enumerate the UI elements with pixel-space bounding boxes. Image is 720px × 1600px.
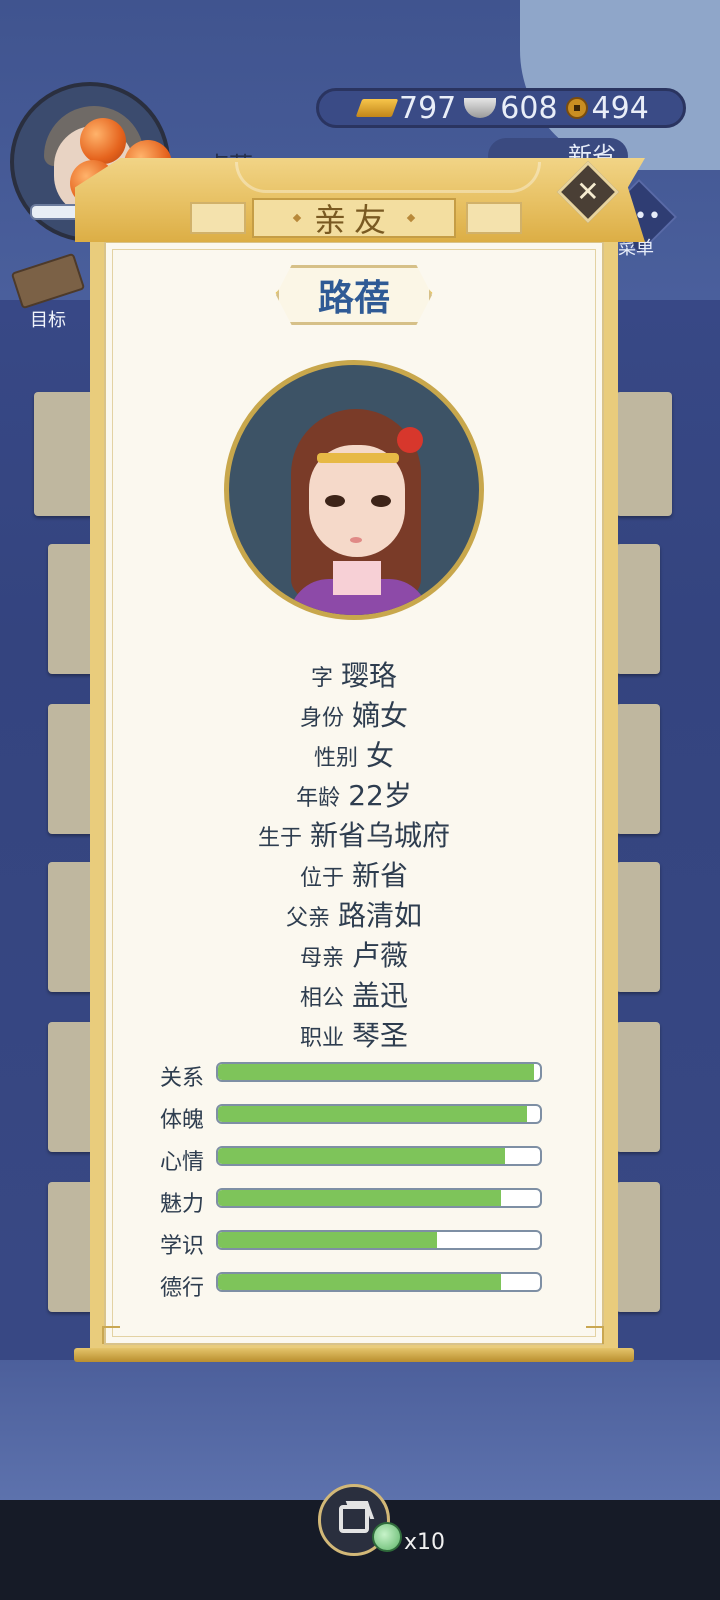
character-portrait: [224, 360, 484, 620]
info-key: 身份: [299, 706, 344, 731]
stat-bar: [216, 1146, 542, 1166]
stat-bar-fill: [218, 1274, 502, 1290]
info-value: 女: [366, 739, 395, 772]
info-row: 身份 嫡女: [90, 694, 618, 734]
info-key: 年龄: [296, 786, 341, 811]
stat-bar: [216, 1230, 542, 1250]
info-value: 璎珞: [341, 659, 398, 692]
portrait-eye: [325, 495, 345, 507]
character-name: 路蓓: [317, 278, 390, 319]
info-key: 母亲: [299, 946, 344, 971]
portrait-lips: [350, 537, 362, 543]
info-value: 新省乌城府: [310, 819, 451, 852]
panel-corner: [102, 1326, 120, 1344]
silver-resource: 608: [464, 90, 558, 126]
info-row: 年龄 22岁: [90, 774, 618, 814]
info-value: 琴圣: [352, 1019, 409, 1052]
gold-ingot-icon: [355, 99, 399, 117]
copper-coin-icon: [565, 97, 588, 119]
header-side-plate: [190, 202, 246, 234]
stat-bar-fill: [218, 1232, 437, 1248]
stat-label: 体魄: [160, 1108, 205, 1133]
character-name-plate: 路蓓: [276, 265, 432, 325]
info-key: 性别: [313, 746, 358, 771]
info-key: 职业: [299, 1026, 344, 1051]
share-icon: [339, 1505, 369, 1533]
stat-bar-fill: [218, 1190, 502, 1206]
stat-bar: [216, 1104, 542, 1124]
info-row: 父亲 路清如: [90, 894, 618, 934]
portrait-eye: [371, 495, 391, 507]
info-row: 生于 新省乌城府: [90, 814, 618, 854]
silver-count: 608: [500, 90, 558, 126]
dialog-title: 亲友: [313, 201, 394, 239]
silver-ingot-icon: [464, 98, 497, 118]
info-row: 职业 琴圣: [90, 1014, 618, 1054]
close-icon: ✕: [576, 174, 600, 208]
info-value: 22岁: [348, 779, 412, 812]
persimmon-icon: [80, 118, 126, 164]
stat-bar: [216, 1188, 542, 1208]
info-key: 生于: [257, 826, 302, 851]
info-row: 母亲 卢薇: [90, 934, 618, 974]
gold-count: 797: [399, 90, 457, 126]
stat-label: 德行: [160, 1276, 205, 1301]
scroll-icon: [10, 252, 86, 310]
info-row: 性别女: [90, 734, 618, 774]
stat-bar-fill: [218, 1106, 528, 1122]
info-value: 盖迅: [352, 979, 409, 1012]
portrait-hairpiece: [317, 453, 399, 463]
stat-label: 学识: [160, 1234, 205, 1259]
info-row: 位于 新省: [90, 854, 618, 894]
header-side-plate: [466, 202, 522, 234]
portrait-neck: [333, 561, 381, 595]
share-count: x10: [404, 1530, 446, 1555]
info-row: 字璎珞: [90, 654, 618, 694]
info-key: 字: [310, 666, 333, 691]
background-bottom: [0, 1360, 720, 1500]
jade-token-icon: [372, 1522, 402, 1552]
info-key: 父亲: [285, 906, 330, 931]
title-ornament: [406, 213, 416, 223]
title-ornament: [292, 213, 302, 223]
stat-label: 关系: [160, 1066, 205, 1091]
goal-label: 目标: [30, 310, 66, 331]
stat-label: 心情: [160, 1150, 205, 1175]
panel-corner: [586, 1326, 604, 1344]
info-row: 相公 盖迅: [90, 974, 618, 1014]
coin-resource: 494: [565, 90, 649, 126]
resource-bar: 797 608 494: [316, 88, 686, 128]
info-value: 嫡女: [352, 699, 409, 732]
info-key: 位于: [299, 866, 344, 891]
info-value: 新省: [352, 859, 409, 892]
dialog-title-plate: 亲友: [252, 198, 456, 239]
info-value: 卢薇: [352, 939, 409, 972]
goal-button[interactable]: 目标: [8, 252, 88, 332]
info-key: 相公: [299, 986, 344, 1011]
stat-bar-fill: [218, 1064, 534, 1080]
coin-count: 494: [591, 90, 649, 126]
scroll-bottom-rod: [74, 1348, 634, 1362]
stat-bar-fill: [218, 1148, 505, 1164]
stat-label: 魅力: [160, 1192, 205, 1217]
stat-bar: [216, 1272, 542, 1292]
gold-resource: 797: [355, 90, 457, 126]
stat-bar: [216, 1062, 542, 1082]
info-value: 路清如: [338, 899, 423, 932]
header-ornament: [235, 162, 541, 193]
portrait-flower: [397, 427, 423, 453]
